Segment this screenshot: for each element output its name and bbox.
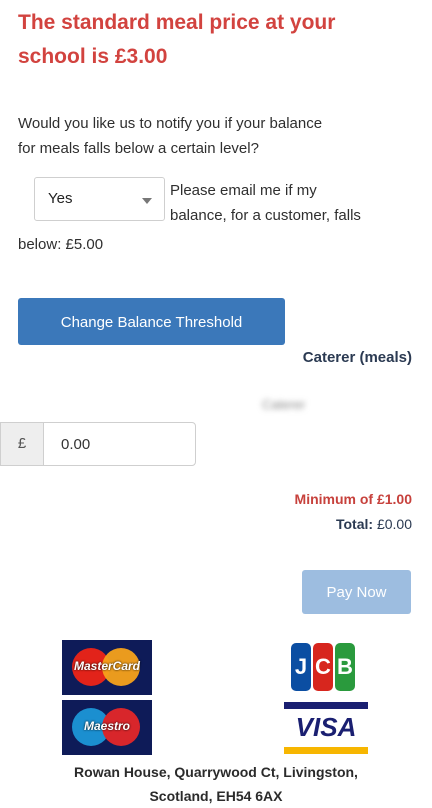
total-value: £0.00	[376, 516, 412, 532]
caterer-name-text: Caterer	[262, 397, 306, 412]
jcb-letter-b: B	[335, 643, 355, 691]
jcb-letter-j: J	[291, 643, 311, 691]
visa-logo-text: VISA	[295, 712, 357, 742]
currency-prefix: £	[1, 423, 44, 465]
notify-question: Would you like us to notify you if your …	[18, 111, 418, 161]
meal-price-heading: The standard meal price at your school i…	[18, 6, 418, 74]
meal-price-heading-line2: school is £3.00	[18, 45, 168, 68]
mastercard-logo-text: MasterCard	[73, 659, 141, 673]
visa-bottom-band	[284, 747, 368, 754]
visa-logo: VISA	[284, 702, 368, 754]
total-label: Total:	[335, 516, 374, 532]
jcb-letter-c: C	[313, 643, 333, 691]
email-threshold-line1: Please email me if my	[170, 182, 317, 199]
amount-input[interactable]: 0.00	[61, 436, 90, 453]
maestro-logo-text: Maestro	[83, 719, 130, 733]
jcb-logo: J C B	[291, 643, 355, 691]
email-threshold-line3: below: £5.00	[18, 236, 104, 253]
meal-price-heading-line1: The standard meal price at your	[18, 11, 336, 34]
caterer-label: Caterer (meals)	[302, 349, 412, 366]
notify-question-line1: Would you like us to notify you if your …	[18, 115, 323, 132]
amount-input-group[interactable]: £ 0.00	[0, 422, 196, 466]
address-line1: Rowan House, Quarrywood Ct, Livingston,	[74, 764, 358, 780]
maestro-logo: Maestro	[62, 700, 152, 755]
visa-top-band	[284, 702, 368, 709]
mastercard-logo: MasterCard	[62, 640, 152, 695]
minimum-amount-text: Minimum of £1.00	[294, 491, 412, 507]
pay-now-button[interactable]: Pay Now	[302, 570, 411, 614]
change-balance-threshold-button[interactable]: Change Balance Threshold	[18, 298, 285, 345]
total-row: Total: £0.00	[336, 516, 412, 532]
address-footer: Rowan House, Quarrywood Ct, Livingston, …	[0, 760, 432, 808]
email-threshold-line2: balance, for a customer, falls	[170, 207, 361, 224]
address-line2: Scotland, EH54 6AX	[149, 788, 283, 804]
notify-select-value: Yes	[48, 190, 73, 207]
email-threshold-text: Please email me if my balance, for a cus…	[170, 178, 420, 228]
notify-select[interactable]: Yes	[34, 177, 165, 221]
caterer-name-blurred: Caterer	[262, 397, 320, 415]
chevron-down-icon	[142, 198, 152, 204]
notify-question-line2: for meals falls below a certain level?	[18, 140, 259, 157]
